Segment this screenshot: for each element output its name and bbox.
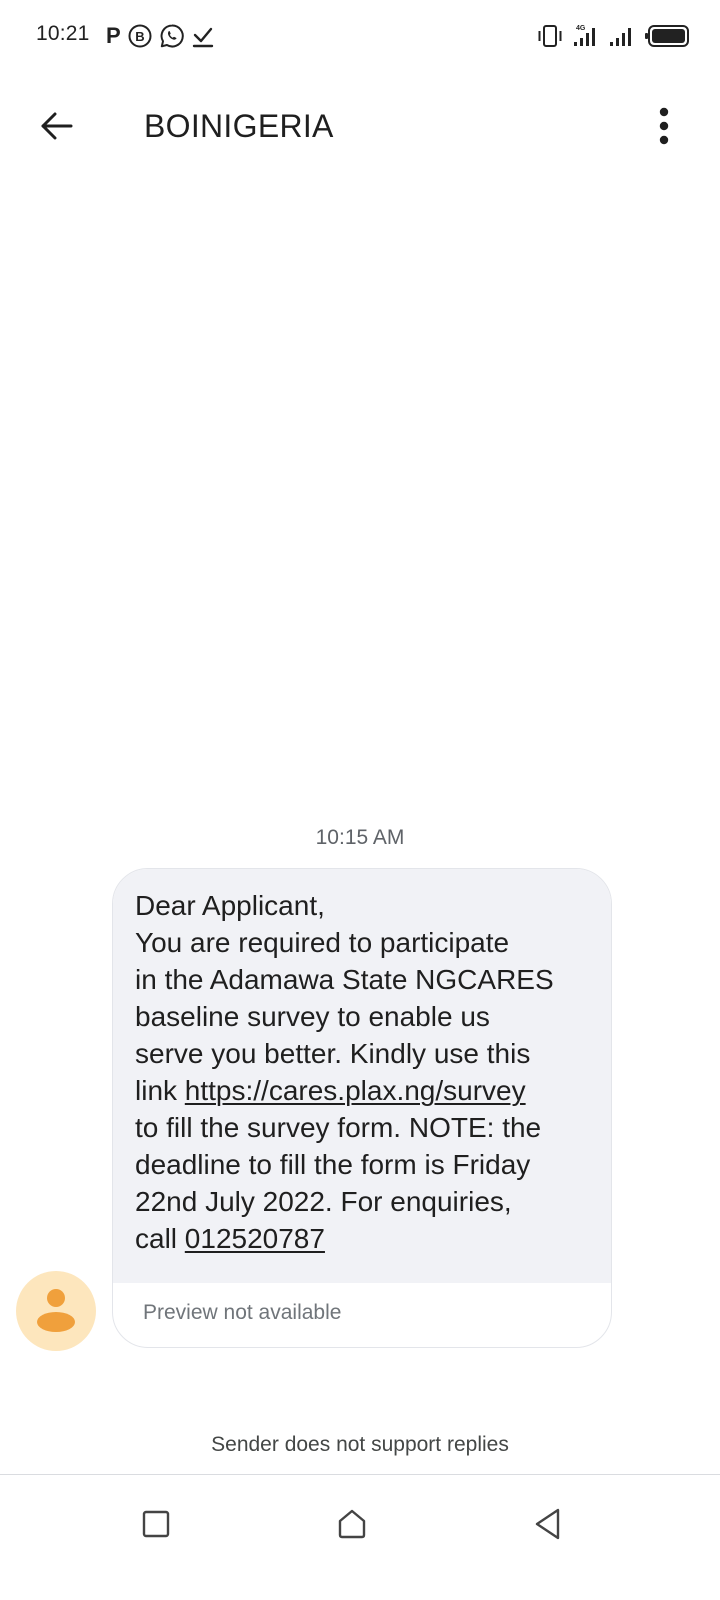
message-line: serve you better. Kindly use this <box>135 1038 531 1069</box>
home-button[interactable] <box>322 1496 382 1556</box>
status-right-icons: 4G <box>536 22 690 50</box>
recents-button[interactable] <box>126 1496 186 1556</box>
signal-sim1-icon: 4G <box>572 23 600 49</box>
footer-divider <box>0 1474 720 1475</box>
message-text: Dear Applicant, You are required to part… <box>113 869 611 1283</box>
b-circle-icon: B <box>127 23 153 49</box>
vibrate-icon <box>536 23 564 49</box>
conversation-title: BOINIGERIA <box>144 108 334 144</box>
square-recents-icon <box>141 1509 171 1544</box>
back-button[interactable] <box>32 104 80 152</box>
battery-icon <box>644 23 690 49</box>
signal-sim2-icon <box>608 23 636 49</box>
status-time: 10:21 <box>36 22 90 45</box>
messages-screen: 10:21 P B 4G BOINIGERIA 10:15 AM Dear Ap… <box>0 0 720 1600</box>
status-left-icons: P B <box>106 22 215 50</box>
message-line: You are required to participate <box>135 927 510 958</box>
message-line: link https://cares.plax.ng/survey <box>135 1072 585 1109</box>
triangle-back-icon <box>533 1507 563 1546</box>
person-icon <box>36 1285 76 1338</box>
message-line: baseline survey to enable us <box>135 1001 490 1032</box>
message-bubble[interactable]: Dear Applicant, You are required to part… <box>112 868 612 1348</box>
reply-unsupported-note: Sender does not support replies <box>211 1433 509 1456</box>
svg-text:B: B <box>135 29 144 44</box>
phone-link[interactable]: 012520787 <box>185 1223 325 1254</box>
message-line: to fill the survey form. NOTE: the <box>135 1112 542 1143</box>
check-download-icon <box>191 23 215 49</box>
nav-back-button[interactable] <box>518 1496 578 1556</box>
home-pentagon-icon <box>335 1507 369 1546</box>
message-line: 22nd July 2022. For enquiries, <box>135 1186 512 1217</box>
parking-p-icon: P <box>106 23 121 48</box>
link-preview: Preview not available <box>143 1301 342 1324</box>
message-text-fragment: call <box>135 1223 185 1254</box>
status-bar: 10:21 P B 4G <box>0 0 720 72</box>
more-options-button[interactable] <box>646 104 682 152</box>
survey-link[interactable]: https://cares.plax.ng/survey <box>185 1075 526 1106</box>
message-line: deadline to fill the form is Friday <box>135 1149 531 1180</box>
system-nav-bar <box>0 1476 720 1600</box>
app-bar: BOINIGERIA <box>0 90 720 162</box>
whatsapp-icon <box>159 23 185 49</box>
message-line: Dear Applicant, <box>135 890 325 921</box>
svg-text:4G: 4G <box>576 25 586 32</box>
more-vert-icon <box>658 106 670 151</box>
message-text-fragment: link <box>135 1075 185 1106</box>
arrow-back-icon <box>38 108 74 149</box>
sender-avatar[interactable] <box>16 1271 96 1351</box>
message-line: in the Adamawa State NGCARES <box>135 964 554 995</box>
message-line: call 012520787 <box>135 1220 585 1257</box>
message-timestamp: 10:15 AM <box>315 826 405 849</box>
